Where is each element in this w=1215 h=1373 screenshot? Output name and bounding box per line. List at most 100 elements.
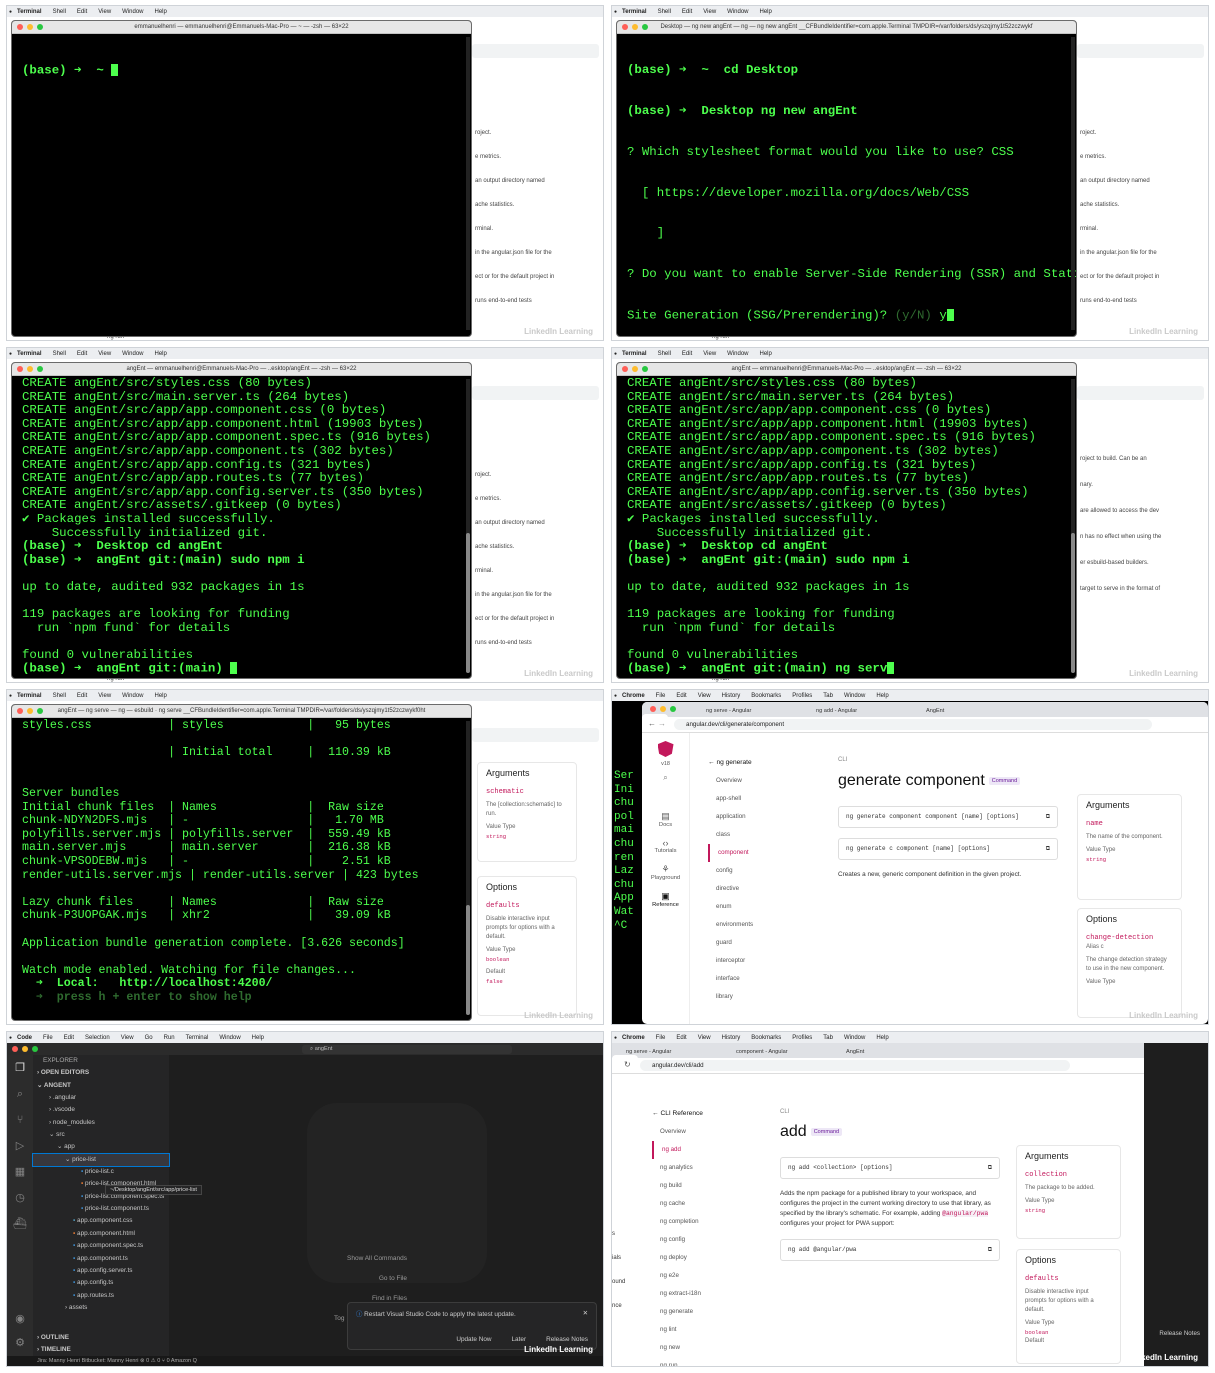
nav-item[interactable]: config [708, 862, 790, 880]
nav-item[interactable]: component [708, 844, 790, 862]
terminal-window[interactable]: angEnt — ng serve — ng — esbuild · ng se… [11, 704, 472, 1021]
zoom-icon[interactable] [37, 24, 43, 30]
scrollbar-thumb[interactable] [466, 533, 470, 673]
search-icon[interactable]: ⌕ [642, 773, 689, 783]
menu-item[interactable]: Bookmarks [751, 693, 781, 699]
menu-item[interactable]: Edit [77, 351, 87, 357]
search-icon[interactable]: ⌕ [7, 1081, 33, 1107]
timeline-section[interactable]: › TIMELINE [33, 1344, 71, 1356]
nav-item[interactable]: ng analytics [652, 1159, 754, 1177]
menu-item[interactable]: Shell [53, 351, 66, 357]
nav-item[interactable]: directive [708, 880, 790, 898]
close-icon[interactable] [17, 24, 23, 30]
menu-item[interactable]: Window [727, 9, 748, 15]
file-item[interactable]: ▪ app.component.css [33, 1215, 169, 1227]
chrome-window[interactable]: ng serve - Angular component - Angular n… [612, 1043, 1144, 1366]
zoom-icon[interactable] [642, 366, 648, 372]
menu-item[interactable]: File [656, 1035, 666, 1041]
zoom-icon[interactable] [670, 706, 676, 712]
menu-item[interactable]: Run [164, 1035, 175, 1041]
open-editors[interactable]: › OPEN EDITORS [33, 1067, 169, 1079]
nav-item[interactable]: library [708, 988, 790, 1006]
menu-item[interactable]: Window [122, 351, 143, 357]
menu-item[interactable]: Edit [682, 351, 692, 357]
menu-item[interactable]: Window [219, 1035, 240, 1041]
menu-item[interactable]: File [656, 693, 666, 699]
docker-icon[interactable]: ⛴ [7, 1211, 33, 1237]
terminal-titlebar[interactable]: angEnt — emmanuelhenri@Emmanuels-Mac-Pro… [12, 363, 471, 376]
source-control-icon[interactable]: ⑂ [7, 1107, 33, 1133]
terminal-output[interactable]: CREATE angEnt/src/styles.css (80 bytes) C… [12, 376, 471, 676]
nav-item[interactable]: app-shell [708, 790, 790, 808]
nav-item[interactable]: ng cache [652, 1195, 754, 1213]
nav-item[interactable]: guard [708, 934, 790, 952]
folder-item[interactable]: ⌄ src [33, 1129, 169, 1141]
menu-item[interactable]: Code [17, 1035, 32, 1041]
run-debug-icon[interactable]: ▷ [7, 1133, 33, 1159]
tab-component[interactable]: component - Angular [730, 1046, 838, 1058]
terminal-titlebar[interactable]: angEnt — ng serve — ng — esbuild · ng se… [12, 705, 471, 718]
menu-item[interactable]: File [43, 1035, 53, 1041]
menu-item[interactable]: View [98, 693, 111, 699]
menu-item[interactable]: View [698, 693, 711, 699]
menu-item[interactable]: Help [155, 9, 167, 15]
close-icon[interactable] [17, 708, 23, 714]
apple-icon[interactable]: ● [9, 1035, 12, 1041]
menu-item[interactable]: Edit [64, 1035, 74, 1041]
terminal-titlebar[interactable]: angEnt — emmanuelhenri@Emmanuels-Mac-Pro… [617, 363, 1076, 376]
folder-item[interactable]: › .vscode [33, 1104, 169, 1116]
terminal-output[interactable]: styles.css | styles | 95 bytes | Initial… [12, 718, 471, 1004]
code-block[interactable]: ng add @angular/pwa ⧉ [780, 1239, 1000, 1261]
menu-item[interactable]: Help [155, 693, 167, 699]
nav-item[interactable]: ng completion [652, 1213, 754, 1231]
tutorials-link[interactable]: ‹› Tutorials [642, 838, 689, 854]
menu-item[interactable]: History [722, 693, 741, 699]
menu-item[interactable]: Shell [53, 693, 66, 699]
menu-item[interactable]: Window [122, 9, 143, 15]
folder-item[interactable]: ⌄ app [33, 1141, 169, 1153]
nav-item[interactable]: ng new [652, 1339, 754, 1357]
close-icon[interactable] [622, 24, 628, 30]
menu-item[interactable]: Shell [658, 351, 671, 357]
minimize-icon[interactable] [632, 24, 638, 30]
menu-item[interactable]: Window [844, 693, 865, 699]
menu-item[interactable]: Tab [823, 1035, 833, 1041]
folder-item[interactable]: › .angular [33, 1092, 169, 1104]
file-item[interactable]: ▪ app.component.html [33, 1228, 169, 1240]
zoom-icon[interactable] [37, 366, 43, 372]
close-icon[interactable] [17, 366, 23, 372]
status-bar[interactable]: Jira: Manny Henri Bitbucket: Manny Henri… [7, 1356, 603, 1366]
terminal-titlebar[interactable]: emmanuelhenri — emmanuelhenri@Emmanuels-… [12, 21, 471, 34]
nav-item[interactable]: ng extract-i18n [652, 1285, 754, 1303]
minimize-icon[interactable] [22, 1046, 28, 1052]
nav-item[interactable]: ng run [652, 1357, 754, 1366]
nav-item[interactable]: class [708, 826, 790, 844]
later-button[interactable]: Later [512, 1336, 527, 1343]
file-item[interactable]: ▪ price-list.c [33, 1166, 169, 1178]
zoom-icon[interactable] [642, 24, 648, 30]
menu-item[interactable]: Selection [85, 1035, 110, 1041]
file-item[interactable]: ▪ app.component.spec.ts [33, 1240, 169, 1252]
menu-item[interactable]: View [98, 9, 111, 15]
menu-item[interactable]: Edit [682, 9, 692, 15]
apple-icon[interactable]: ● [9, 351, 12, 357]
terminal-output[interactable]: (base) ➜ ~ cd Desktop (base) ➜ Desktop n… [617, 34, 1076, 336]
nav-item[interactable]: application [708, 808, 790, 826]
version-select[interactable]: v18 [642, 761, 689, 767]
folder-item[interactable]: › node_modules [33, 1117, 169, 1129]
copy-icon[interactable]: ⧉ [988, 1164, 992, 1172]
account-icon[interactable]: ◉ [7, 1306, 33, 1332]
menu-item[interactable]: View [98, 351, 111, 357]
release-notes-button[interactable]: Release Notes [1159, 1330, 1200, 1337]
close-icon[interactable] [12, 1046, 18, 1052]
nav-item[interactable]: interface [708, 970, 790, 988]
chrome-window[interactable]: ng serve - Angular component - Angular n… [642, 702, 1208, 1024]
url-field[interactable]: angular.dev/cli/add [640, 1060, 1070, 1071]
terminal-output[interactable]: (base) ➜ ~ [12, 34, 471, 105]
tab-ng-add[interactable]: ng add - Angular [810, 705, 918, 717]
reference-link[interactable]: ▣ Reference [642, 891, 689, 908]
terminal-output[interactable]: CREATE angEnt/src/styles.css (80 bytes) C… [617, 376, 1076, 676]
apple-icon[interactable]: ● [9, 9, 12, 15]
back-link[interactable]: ← CLI Reference [644, 1105, 754, 1123]
zoom-icon[interactable] [32, 1046, 38, 1052]
